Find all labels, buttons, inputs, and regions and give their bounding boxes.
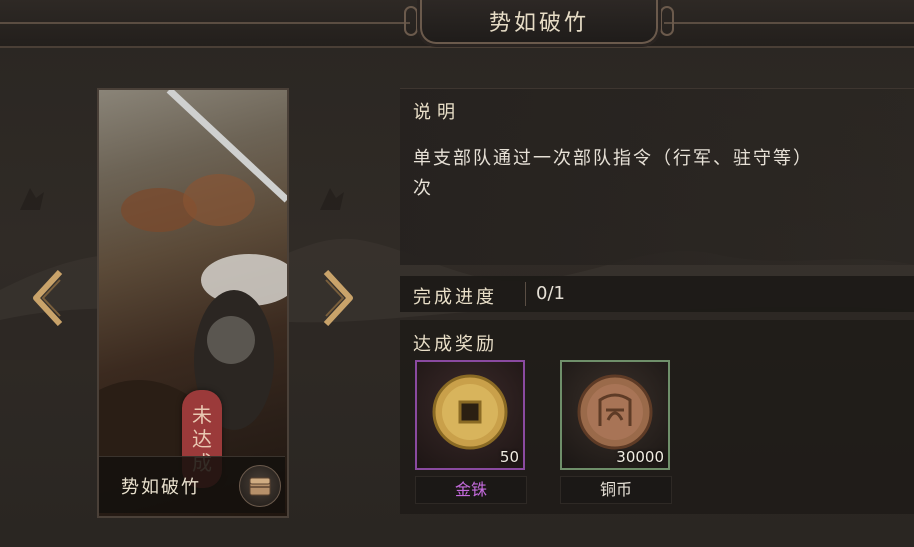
reward-name: 铜币 bbox=[560, 476, 672, 504]
description-line-2: 次 bbox=[413, 178, 433, 199]
progress-label: 完成进度 bbox=[413, 287, 497, 308]
reward-frame: 50 bbox=[415, 360, 525, 470]
card-name: 势如破竹 bbox=[121, 477, 201, 498]
description-line-1: 单支部队通过一次部队指令（行军、驻守等） bbox=[413, 148, 813, 169]
seal-char-2: 达 bbox=[192, 427, 212, 451]
header-divider-right bbox=[664, 22, 914, 24]
progress-value: 0/1 bbox=[536, 283, 565, 304]
reward-name: 金铢 bbox=[415, 476, 527, 504]
page-title: 势如破竹 bbox=[488, 11, 589, 36]
reward-count: 50 bbox=[499, 448, 519, 466]
title-ornament-left bbox=[404, 6, 418, 36]
chevron-left-icon[interactable] bbox=[30, 270, 66, 326]
header-divider-left bbox=[0, 22, 410, 24]
reward-frame: 30000 bbox=[560, 360, 670, 470]
title-plate: 势如破竹 bbox=[420, 0, 658, 44]
progress-divider bbox=[525, 282, 526, 306]
description-title: 说明 bbox=[413, 102, 461, 123]
title-ornament-right bbox=[660, 6, 674, 36]
description-text: 单支部队通过一次部队指令（行军、驻守等） 次 bbox=[413, 144, 913, 204]
card-footer: 势如破竹 bbox=[99, 456, 285, 513]
rewards-title: 达成奖励 bbox=[413, 334, 497, 355]
achievement-card[interactable]: 未 达 成 bbox=[97, 88, 289, 518]
treasure-chest-icon[interactable] bbox=[239, 465, 281, 507]
seal-char-1: 未 bbox=[192, 403, 212, 427]
chevron-right-icon[interactable] bbox=[320, 270, 356, 326]
progress-row: 完成进度 0/1 bbox=[400, 276, 914, 312]
reward-count: 30000 bbox=[616, 448, 664, 466]
